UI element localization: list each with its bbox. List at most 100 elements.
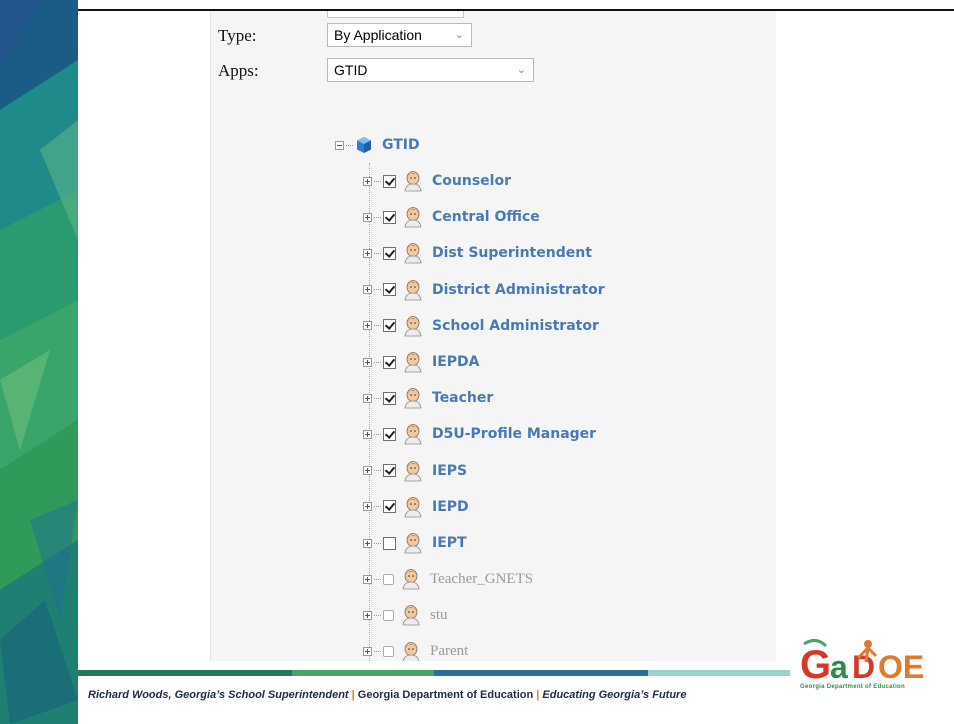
- role-checkbox[interactable]: [383, 319, 396, 333]
- tree-connector: [374, 289, 381, 291]
- role-label[interactable]: Teacher: [432, 390, 493, 406]
- tree-node-role[interactable]: District Administrator: [363, 278, 605, 302]
- tree-node-role[interactable]: Counselor: [363, 169, 511, 193]
- user-role-icon: [404, 315, 422, 337]
- tree-node-role[interactable]: Teacher_GNETS: [363, 567, 533, 591]
- type-label: Type:: [218, 26, 257, 45]
- tree-connector: [374, 433, 381, 435]
- tree-connector: [374, 470, 381, 472]
- role-checkbox[interactable]: [383, 464, 396, 478]
- apps-select[interactable]: GTID ⌄: [327, 58, 534, 82]
- footer-tagline: Educating Georgia’s Future: [542, 689, 687, 701]
- tree-node-role[interactable]: Central Office: [363, 205, 540, 229]
- role-label[interactable]: Teacher_GNETS: [430, 571, 533, 588]
- expand-icon[interactable]: [363, 248, 372, 258]
- tree-node-role[interactable]: School Administrator: [363, 314, 599, 338]
- expand-icon[interactable]: [363, 538, 372, 548]
- svg-text:G: G: [800, 643, 831, 687]
- role-checkbox[interactable]: [383, 427, 396, 441]
- role-checkbox[interactable]: [383, 646, 394, 658]
- checkmark-icon: [384, 210, 396, 222]
- apps-label: Apps:: [218, 61, 259, 80]
- role-checkbox[interactable]: [383, 536, 396, 550]
- role-label[interactable]: Central Office: [432, 209, 540, 225]
- tree-connector: [374, 216, 381, 218]
- role-label[interactable]: Dist Superintendent: [432, 245, 592, 261]
- checkmark-icon: [384, 283, 396, 294]
- role-checkbox[interactable]: [383, 573, 394, 585]
- expand-icon[interactable]: [363, 574, 372, 584]
- user-role-icon: [404, 388, 422, 409]
- tree-root-node[interactable]: GTID: [335, 133, 420, 157]
- user-role-icon: [404, 279, 422, 300]
- checkmark-icon: [384, 464, 396, 475]
- expand-icon[interactable]: [363, 502, 372, 512]
- tree-node-role[interactable]: IEPDA: [363, 350, 480, 374]
- tree-connector: [374, 397, 381, 399]
- footer-color-bar: [78, 670, 790, 676]
- cropped-input-box: [327, 11, 464, 18]
- expand-icon[interactable]: [363, 393, 372, 403]
- checkmark-icon: [384, 500, 396, 512]
- role-checkbox[interactable]: [383, 500, 396, 514]
- user-role-icon: [404, 207, 422, 228]
- tree-node-role[interactable]: IEPS: [363, 459, 467, 483]
- tree-node-role[interactable]: IEPT: [363, 531, 467, 555]
- checkmark-icon: [384, 174, 396, 186]
- tree-node-role[interactable]: D5U-Profile Manager: [363, 422, 596, 446]
- user-role-icon: [404, 424, 422, 445]
- role-checkbox[interactable]: [383, 246, 396, 260]
- role-label[interactable]: District Administrator: [432, 282, 605, 298]
- role-checkbox[interactable]: [383, 609, 394, 621]
- tree-node-role[interactable]: stu: [363, 603, 448, 627]
- tree-connector: [374, 651, 381, 653]
- type-select[interactable]: By Application ⌄: [327, 23, 472, 47]
- expand-icon[interactable]: [363, 647, 372, 657]
- svg-text:OE: OE: [878, 649, 924, 685]
- tree-node-role[interactable]: Dist Superintendent: [363, 241, 592, 265]
- user-role-icon: [404, 171, 422, 192]
- role-label[interactable]: stu: [430, 607, 448, 624]
- tree-node-role[interactable]: IEPD: [363, 495, 469, 519]
- role-checkbox[interactable]: [383, 283, 396, 297]
- role-label[interactable]: IEPS: [432, 463, 467, 479]
- user-role-icon: [402, 569, 420, 590]
- collapse-icon[interactable]: [335, 140, 344, 150]
- role-label[interactable]: D5U-Profile Manager: [432, 426, 596, 442]
- tree-connector: [374, 252, 381, 254]
- user-role-icon: [404, 460, 422, 481]
- footer-superintendent: Richard Woods, Georgia’s School Superint…: [88, 689, 349, 701]
- checkmark-icon: [384, 355, 396, 367]
- role-label[interactable]: IEPD: [432, 499, 469, 515]
- expand-icon[interactable]: [363, 610, 372, 620]
- role-label[interactable]: Parent: [430, 643, 468, 660]
- left-decorative-band: [0, 0, 78, 724]
- role-checkbox[interactable]: [383, 391, 396, 405]
- expand-icon[interactable]: [363, 212, 372, 222]
- expand-icon[interactable]: [363, 357, 372, 367]
- user-role-icon: [402, 605, 420, 626]
- role-checkbox[interactable]: [383, 355, 396, 369]
- role-checkbox[interactable]: [383, 210, 396, 224]
- tree-connector: [374, 361, 381, 363]
- checkmark-icon: [384, 391, 396, 403]
- expand-icon[interactable]: [363, 321, 372, 331]
- expand-icon[interactable]: [363, 466, 372, 476]
- role-label[interactable]: Counselor: [432, 173, 511, 189]
- footer-text: Richard Woods, Georgia’s School Superint…: [88, 689, 686, 701]
- tree-node-role[interactable]: Parent: [363, 640, 468, 661]
- role-label[interactable]: IEPDA: [432, 354, 480, 370]
- expand-icon[interactable]: [363, 176, 372, 186]
- footer-separator: |: [536, 689, 540, 701]
- tree-node-role[interactable]: Teacher: [363, 386, 493, 410]
- role-label[interactable]: School Administrator: [432, 318, 599, 334]
- expand-icon[interactable]: [363, 285, 372, 295]
- role-checkbox[interactable]: [383, 174, 396, 188]
- chevron-down-icon: ⌄: [516, 64, 526, 76]
- role-label[interactable]: IEPT: [432, 535, 467, 551]
- tree-root-label[interactable]: GTID: [382, 137, 420, 153]
- user-role-icon: [402, 641, 420, 661]
- footer-department: Georgia Department of Education: [357, 689, 534, 701]
- logo-subtext: Georgia Department of Education: [800, 684, 905, 690]
- expand-icon[interactable]: [363, 429, 372, 439]
